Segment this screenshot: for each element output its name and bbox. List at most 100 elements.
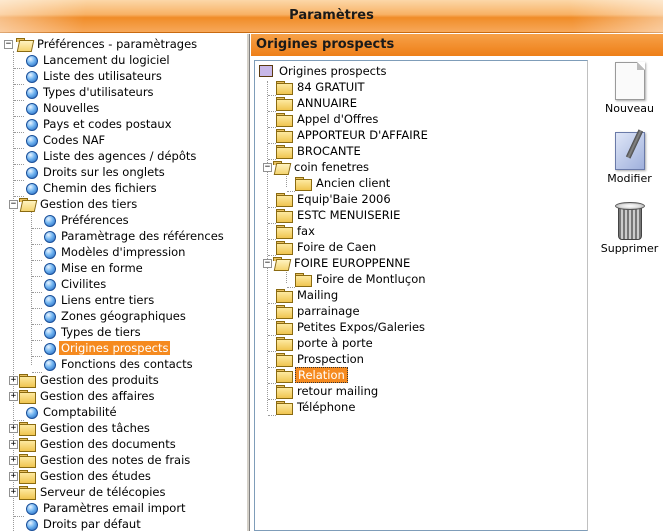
expand-toggle-icon[interactable]: + [9,423,18,433]
origine-item[interactable]: Téléphone [268,399,357,416]
origine-label: Ancien client [316,176,391,190]
nav-item[interactable]: Droits sur les onglets [14,164,167,181]
nav-item[interactable]: Lancement du logiciel [14,52,172,69]
nav-subitem[interactable]: Modèles d'impression [32,244,187,261]
tree-root-preferences[interactable]: − Préférences - paramètrages [4,36,199,52]
expand-toggle-icon[interactable]: + [9,471,18,481]
nav-subitem[interactable]: Liens entre tiers [32,292,156,309]
nav-item-label: Droits par défaut [43,517,141,531]
origine-item[interactable]: Petites Expos/Galeries [268,319,427,336]
nav-item-label: Lancement du logiciel [43,53,170,67]
origine-item[interactable]: BROCANTE [268,143,363,160]
nav-subitem[interactable]: Types de tiers [32,324,143,341]
nav-subitem[interactable]: Civilites [32,276,108,293]
origine-item[interactable]: ANNUAIRE [268,95,359,112]
collapse-toggle-icon[interactable]: − [263,162,272,172]
tree-branch [268,414,276,416]
nav-group-gestion-etudes[interactable]: + Gestion des études [9,468,153,484]
origine-item[interactable]: fax [268,223,317,240]
origine-item[interactable]: APPORTEUR D'AFFAIRE [268,127,430,144]
expand-toggle-icon[interactable]: + [9,375,18,385]
panel-splitter[interactable] [246,34,250,531]
new-button[interactable]: Nouveau [596,62,663,115]
origine-item-selected[interactable]: Relation [268,367,348,384]
nav-item[interactable]: Pays et codes postaux [14,116,174,133]
nav-item-label: Liste des agences / dépôts [43,149,197,163]
origines-tree[interactable]: Origines prospects 84 GRATUIT ANNUAIRE A… [254,60,588,531]
origine-item[interactable]: ESTC MENUISERIE [268,207,402,224]
folder-icon [276,353,293,367]
origine-label: Foire de Montluçon [316,272,426,286]
collapse-toggle-icon[interactable]: − [263,258,272,268]
origine-label: coin fenetres [294,160,370,174]
nav-item[interactable]: Droits par défaut [14,516,143,531]
nav-item[interactable]: Liste des utilisateurs [14,68,164,85]
origine-item[interactable]: parrainage [268,303,362,320]
edit-button[interactable]: Modifier [596,132,663,185]
origine-label: ANNUAIRE [297,96,358,110]
origine-item[interactable]: Mailing [268,287,340,304]
nav-group-gestion-tiers[interactable]: − Gestion des tiers [9,196,139,212]
origine-item[interactable]: Prospection [268,351,366,368]
nav-subitem[interactable]: Fonctions des contacts [32,356,195,373]
nav-item[interactable]: Paramètres email import [14,500,188,517]
nav-item[interactable]: Comptabilité [14,404,119,421]
origine-item[interactable]: Equip'Baie 2006 [268,191,393,208]
nav-item[interactable]: Nouvelles [14,100,101,117]
nav-item-label: Types d'utilisateurs [43,85,154,99]
collapse-toggle-icon[interactable]: − [4,39,13,49]
nav-subitem[interactable]: Mise en forme [32,260,145,277]
nav-group-gestion-affaires[interactable]: + Gestion des affaires [9,388,156,404]
globe-icon [26,54,38,67]
nav-item[interactable]: Liste des agences / dépôts [14,148,198,165]
nav-subitem[interactable]: Paramètrage des références [32,228,226,245]
nav-item-label: Gestion des produits [40,373,159,387]
nav-subitem-selected[interactable]: Origines prospects [32,340,171,357]
origine-group[interactable]: − FOIRE EUROPPENNE [263,255,412,271]
origine-item[interactable]: Appel d'Offres [268,111,380,128]
origine-group[interactable]: − coin fenetres [263,159,371,175]
folder-icon [276,369,293,383]
nav-group-gestion-taches[interactable]: + Gestion des tâches [9,420,152,436]
origine-label: Prospection [297,352,364,366]
nav-group-gestion-documents[interactable]: + Gestion des documents [9,436,178,452]
nav-subitem[interactable]: Zones géographiques [32,308,188,325]
origine-label: FOIRE EUROPPENNE [294,256,411,270]
expand-toggle-icon[interactable]: + [9,487,18,497]
expand-toggle-icon[interactable]: + [9,455,18,465]
origine-label: retour mailing [297,384,379,398]
edit-button-label: Modifier [607,172,652,185]
origine-label: porte à porte [297,336,373,350]
folder-icon [276,225,293,239]
folder-icon [276,401,293,415]
origine-item[interactable]: Foire de Caen [268,239,378,256]
nav-item[interactable]: Types d'utilisateurs [14,84,156,101]
collapse-toggle-icon[interactable]: − [9,199,18,209]
expand-toggle-icon[interactable]: + [9,439,18,449]
nav-group-notes-frais[interactable]: + Gestion des notes de frais [9,452,192,468]
origine-subitem[interactable]: Foire de Montluçon [287,271,428,288]
nav-item[interactable]: Chemin des fichiers [14,180,159,197]
expand-toggle-icon[interactable]: + [9,391,18,401]
globe-icon [44,246,56,259]
folder-icon [276,385,293,399]
origine-item[interactable]: 84 GRATUIT [268,79,367,96]
nav-item-label: Gestion des notes de frais [40,453,191,467]
folder-icon [295,273,312,287]
origine-subitem[interactable]: Ancien client [287,175,392,192]
origine-label: APPORTEUR D'AFFAIRE [297,128,428,142]
nav-group-gestion-produits[interactable]: + Gestion des produits [9,372,161,388]
nav-item[interactable]: Codes NAF [14,132,107,149]
nav-subitem[interactable]: Préférences [32,212,131,229]
origines-tree-root[interactable]: Origines prospects [259,63,388,79]
delete-button[interactable]: Supprimer [596,200,663,255]
nav-item-label: Droits sur les onglets [43,165,165,179]
origine-label: Relation [295,367,348,383]
trash-body [617,208,642,240]
origine-item[interactable]: porte à porte [268,335,375,352]
origine-item[interactable]: retour mailing [268,383,380,400]
globe-icon [26,86,38,99]
nav-group-serveur-telecopies[interactable]: + Serveur de télécopies [9,484,167,500]
nav-item-label: Liste des utilisateurs [43,69,162,83]
origine-label: 84 GRATUIT [297,80,365,94]
